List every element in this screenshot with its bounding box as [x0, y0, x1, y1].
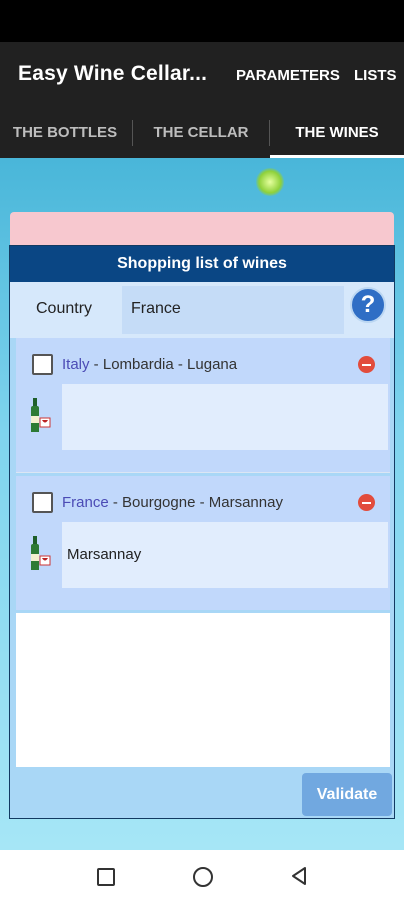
- tab-cellar[interactable]: THE CELLAR: [134, 108, 268, 158]
- blurred-banner: [10, 212, 394, 248]
- country-label: Country: [36, 300, 93, 317]
- item-details: - Lombardia - Lugana: [89, 356, 238, 373]
- item-checkbox[interactable]: [32, 354, 53, 375]
- status-bar: [0, 0, 404, 42]
- validate-button[interactable]: Validate: [302, 773, 392, 816]
- item-country-link[interactable]: Italy: [62, 356, 90, 373]
- item-title: Italy - Lombardia - Lugana: [62, 356, 237, 373]
- back-icon[interactable]: [290, 866, 308, 886]
- tab-bottles[interactable]: THE BOTTLES: [0, 108, 130, 158]
- item-note-field[interactable]: Marsannay: [62, 522, 388, 588]
- tab-wines[interactable]: THE WINES: [270, 108, 404, 158]
- remove-item-icon[interactable]: [358, 356, 375, 373]
- menu-parameters[interactable]: PARAMETERS: [236, 67, 340, 84]
- remove-item-icon[interactable]: [358, 494, 375, 511]
- dialog-title: Shopping list of wines: [10, 246, 394, 282]
- recent-apps-icon[interactable]: [97, 868, 115, 886]
- country-field[interactable]: France: [122, 286, 344, 334]
- item-country-link[interactable]: France: [62, 494, 109, 511]
- question-mark-icon: ?: [360, 291, 376, 318]
- wine-bottle-icon: [31, 536, 51, 570]
- country-value: France: [131, 300, 181, 317]
- menu-lists[interactable]: LISTS: [354, 67, 397, 84]
- system-nav-bar: [0, 850, 404, 900]
- blurred-decoration: [256, 168, 284, 196]
- shopping-list-dialog: Shopping list of wines Country France ? …: [9, 245, 395, 819]
- help-button[interactable]: ?: [350, 287, 386, 323]
- item-title: France - Bourgogne - Marsannay: [62, 494, 283, 511]
- list-item: France - Bourgogne - Marsannay Marsannay: [16, 476, 390, 610]
- empty-list-area: [16, 613, 390, 767]
- item-separator: [16, 472, 390, 473]
- item-checkbox[interactable]: [32, 492, 53, 513]
- country-row: Country France: [10, 282, 394, 338]
- list-item: Italy - Lombardia - Lugana: [16, 338, 390, 472]
- tab-divider: [132, 120, 133, 146]
- item-note-field[interactable]: [62, 384, 388, 450]
- item-details: - Bourgogne - Marsannay: [108, 494, 283, 511]
- app-title: Easy Wine Cellar...: [18, 62, 208, 85]
- tab-bar: THE BOTTLES THE CELLAR THE WINES: [0, 108, 404, 158]
- app-bar: Easy Wine Cellar... PARAMETERS LISTS: [0, 42, 404, 108]
- wine-bottle-icon: [31, 398, 51, 432]
- home-icon[interactable]: [193, 867, 213, 887]
- item-note: Marsannay: [67, 546, 142, 563]
